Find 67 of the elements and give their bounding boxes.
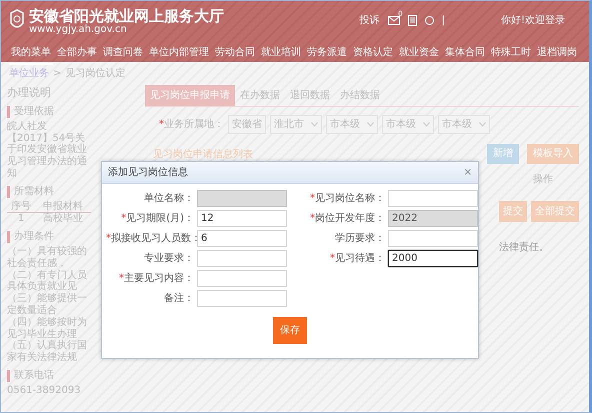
column-header: 序号 [10,200,32,212]
section-text: 皖人社发【2017】54号关于印发安徽省就业见习管理办法的通知 [7,120,88,180]
chevron-down-icon [423,122,430,127]
input-field[interactable]: 6 [197,230,287,247]
chevron-down-icon [479,122,486,127]
document-icon[interactable] [408,15,417,26]
condition-text: （五）认真执行国家有关法律法规 [7,340,88,364]
close-button[interactable]: × [464,165,472,180]
section-heading: 联系电话 [7,370,91,382]
header-separator: | [442,14,445,28]
column-header: 操作 [533,173,553,187]
notice-text: 法律责任。 [499,240,549,255]
field-label: 专业要求： [143,252,194,266]
circle-icon[interactable] [424,16,434,25]
nav-item[interactable]: 就业培训 [259,42,303,65]
nav-item[interactable]: 劳动合同 [213,42,257,65]
chevron-down-icon [311,122,318,127]
dialog-title: 添加见习岗位信息 [108,166,188,180]
condition-text: （一）具有较强的社会责任感， [7,246,88,270]
filter-label: *业务所属地： [159,118,224,132]
field-label: 备注： [163,292,194,306]
sidebar-title: 办理说明 [7,87,52,100]
nav-item[interactable]: 退档调岗 [535,42,579,65]
section-heading: 办理条件 [7,231,91,243]
site-title: 安徽省阳光就业网上服务大厅 [29,9,224,24]
list-title: 见习岗位申请信息列表 [153,148,253,162]
site-url: www.ygjy.ah.gov.cn [29,24,128,35]
section-text: 0561-3892093 [7,384,82,396]
nav-item[interactable]: 我的菜单 [9,42,53,65]
nav-item[interactable]: 调查问卷 [101,42,145,65]
input-field[interactable] [197,290,287,307]
breadcrumb-separator: > [53,67,62,81]
section-heading: 受理依据 [7,106,91,118]
greeting-link[interactable]: 你好!欢迎登录 [500,13,565,28]
input-field[interactable]: 2000 [388,250,478,267]
field-label: *见习期限(月)： [120,212,194,226]
table-cell-text: 高校毕业 [42,213,84,226]
condition-text: （四）能够按时为见习毕业生办理 [7,316,88,340]
condition-text: （二）有专门人员具体负责就业见 [7,270,88,292]
mail-icon[interactable] [388,16,400,25]
input-field[interactable] [388,190,478,207]
field-label: *见习待遇： [329,252,385,266]
field-label: *拟接收见习人员数： [106,232,194,246]
input-field[interactable] [197,250,287,267]
nav-item[interactable]: 资格认定 [351,42,395,65]
nav-item[interactable]: 全部办事 [55,42,99,65]
field-label: 单位名称： [143,192,194,206]
nav-item[interactable]: 集体合同 [443,42,487,65]
field-label: 学历要求： [334,232,385,246]
field-label: *见习岗位名称： [309,192,385,206]
column-header: 申报材料 [42,200,84,212]
save-button[interactable]: 保存 [273,317,307,344]
field-label: *主要见习内容： [118,272,194,286]
condition-text: （三）能够提供一定数量适合 [7,293,88,316]
input-field[interactable] [197,270,287,287]
nav-item[interactable]: 劳务派遣 [305,42,349,65]
header-link[interactable]: 投诉 [360,13,380,28]
nav-item[interactable]: 就业资金 [397,42,441,65]
nav-item[interactable]: 特殊工时 [489,42,533,65]
input-field[interactable] [388,230,478,247]
chevron-down-icon [367,122,374,127]
nav-item[interactable]: 单位内部管理 [147,42,211,65]
input-field[interactable]: 12 [197,210,287,227]
section-heading: 所需材料 [7,186,91,198]
field-label: *岗位开发年度： [309,212,385,226]
table-cell-text: 1 [16,213,26,226]
province-field: 安徽省 [228,115,266,134]
